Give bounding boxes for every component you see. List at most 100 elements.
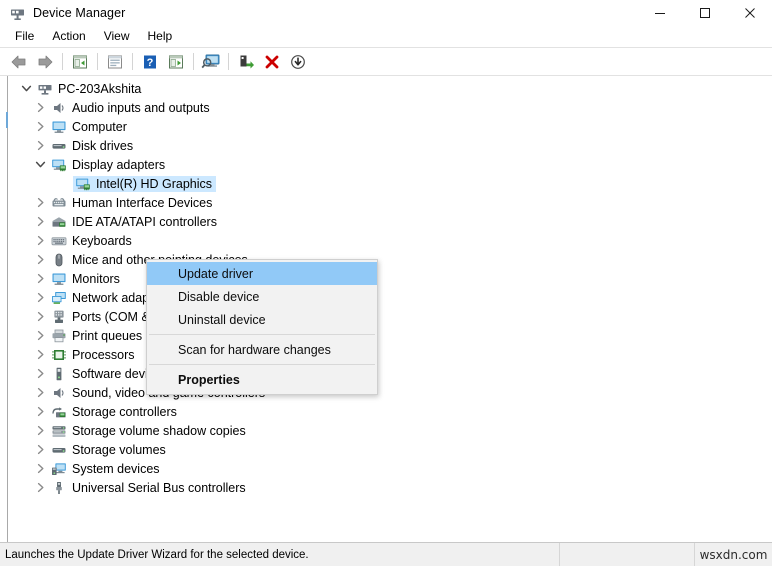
monitor-icon [49, 119, 69, 135]
tree-node-storage-volume-shadow-copies[interactable]: Storage volume shadow copies [8, 421, 772, 440]
tree-node-label: Monitors [72, 271, 120, 286]
properties-window-icon[interactable] [102, 50, 128, 74]
watermark: wsxdn.com [699, 547, 768, 562]
tree-node-label: Universal Serial Bus controllers [72, 480, 246, 495]
port-icon [49, 309, 69, 325]
tree-node-display-adapters[interactable]: Display adapters [8, 155, 772, 174]
toolbar-separator-1 [62, 53, 63, 70]
chevron-right-icon[interactable] [32, 368, 49, 379]
tree-node-keyboards[interactable]: Keyboards [8, 231, 772, 250]
tree-node-print-queues[interactable]: Print queues [8, 326, 772, 345]
tree-node-storage-volumes[interactable]: Storage volumes [8, 440, 772, 459]
disk-drive-icon [49, 442, 69, 458]
device-tree[interactable]: PC-203Akshita Audio inputs and outputs Com… [8, 76, 772, 542]
monitor-search-icon[interactable] [198, 50, 224, 74]
tree-node-audio-inputs-and-outputs[interactable]: Audio inputs and outputs [8, 98, 772, 117]
forward-button[interactable] [32, 50, 58, 74]
usb-icon [49, 480, 69, 496]
tree-node-mice-and-other-pointing-devices[interactable]: Mice and other pointing devices [8, 250, 772, 269]
menu-file[interactable]: File [6, 27, 43, 46]
chevron-right-icon[interactable] [32, 311, 49, 322]
context-menu-properties[interactable]: Properties [147, 368, 377, 391]
chevron-right-icon[interactable] [32, 254, 49, 265]
chevron-right-icon[interactable] [32, 482, 49, 493]
tree-node-label: PC-203Akshita [58, 81, 142, 96]
tree-node-universal-serial-bus-controllers[interactable]: Universal Serial Bus controllers [8, 478, 772, 497]
hid-icon [49, 195, 69, 211]
chevron-right-icon[interactable] [32, 463, 49, 474]
question-mark-icon[interactable]: ? [137, 50, 163, 74]
chevron-right-icon[interactable] [32, 216, 49, 227]
chevron-right-icon[interactable] [32, 406, 49, 417]
console-tree-icon[interactable] [67, 50, 93, 74]
toolbar: ? [0, 48, 772, 75]
chevron-right-icon[interactable] [32, 425, 49, 436]
tree-node-label: Storage volumes [72, 442, 166, 457]
tree-node-network-adapters[interactable]: Network adapters [8, 288, 772, 307]
tree-node-label: Print queues [72, 328, 143, 343]
chevron-right-icon[interactable] [32, 273, 49, 284]
tree-node-disk-drives[interactable]: Disk drives [8, 136, 772, 155]
storage-stack-icon [49, 423, 69, 439]
chevron-right-icon[interactable] [32, 102, 49, 113]
context-menu-scan-hardware-changes[interactable]: Scan for hardware changes [147, 338, 377, 361]
tree-node-human-interface-devices[interactable]: Human Interface Devices [8, 193, 772, 212]
chevron-right-icon[interactable] [32, 387, 49, 398]
storage-controller-icon [49, 404, 69, 420]
tree-node-system-devices[interactable]: System devices [8, 459, 772, 478]
speaker-icon [49, 100, 69, 116]
tree-node-label: Display adapters [72, 157, 166, 172]
down-arrow-circle-icon[interactable] [285, 50, 311, 74]
device-manager-window: Device Manager File Action View Help ? P… [0, 0, 772, 566]
speaker-icon [49, 385, 69, 401]
tree-node-monitors[interactable]: Monitors [8, 269, 772, 288]
red-x-icon[interactable] [259, 50, 285, 74]
context-menu-update-driver[interactable]: Update driver [147, 262, 377, 285]
menu-view[interactable]: View [95, 27, 139, 46]
menu-bar: File Action View Help [0, 26, 772, 47]
tree-node-label: Disk drives [72, 138, 134, 153]
disk-drive-icon [49, 138, 69, 154]
tree-node-storage-controllers[interactable]: Storage controllers [8, 402, 772, 421]
context-menu-disable-device[interactable]: Disable device [147, 285, 377, 308]
minimize-button[interactable] [637, 0, 682, 26]
context-menu-separator [149, 334, 375, 335]
maximize-button[interactable] [682, 0, 727, 26]
tree-node-label: Human Interface Devices [72, 195, 213, 210]
tree-node-computer[interactable]: Computer [8, 117, 772, 136]
tree-node-software-devices[interactable]: Software devices [8, 364, 772, 383]
tree-node-pc-203akshita[interactable]: PC-203Akshita [8, 79, 772, 98]
context-menu-separator [149, 364, 375, 365]
monitor-icon [49, 271, 69, 287]
tree-node-ports-com-and-lpt[interactable]: Ports (COM & LPT) [8, 307, 772, 326]
window-controls [637, 0, 772, 26]
chevron-right-icon[interactable] [32, 197, 49, 208]
keyboard-icon [49, 233, 69, 249]
processor-icon [49, 347, 69, 363]
toolbar-separator-5 [228, 53, 229, 70]
tree-node-label: Audio inputs and outputs [72, 100, 210, 115]
menu-help[interactable]: Help [139, 27, 182, 46]
chevron-down-icon[interactable] [32, 159, 49, 170]
tree-node-intel-hd-graphics[interactable]: Intel(R) HD Graphics [8, 174, 772, 193]
enable-device-green-icon[interactable] [233, 50, 259, 74]
chevron-right-icon[interactable] [32, 140, 49, 151]
menu-action[interactable]: Action [43, 27, 94, 46]
device-context-menu[interactable]: Update driver Disable device Uninstall dev… [146, 259, 378, 395]
chevron-right-icon[interactable] [32, 121, 49, 132]
status-message: Launches the Update Driver Wizard for th… [0, 543, 560, 566]
close-button[interactable] [727, 0, 772, 26]
tree-node-processors[interactable]: Processors [8, 345, 772, 364]
scan-list-icon[interactable] [163, 50, 189, 74]
chevron-down-icon[interactable] [18, 83, 35, 94]
tree-node-label: Processors [72, 347, 135, 362]
chevron-right-icon[interactable] [32, 330, 49, 341]
chevron-right-icon[interactable] [32, 292, 49, 303]
back-button[interactable] [6, 50, 32, 74]
chevron-right-icon[interactable] [32, 444, 49, 455]
chevron-right-icon[interactable] [32, 349, 49, 360]
chevron-right-icon[interactable] [32, 235, 49, 246]
tree-node-ide-ata-atapi-controllers[interactable]: IDE ATA/ATAPI controllers [8, 212, 772, 231]
context-menu-uninstall-device[interactable]: Uninstall device [147, 308, 377, 331]
tree-node-sound-video-and-game-controllers[interactable]: Sound, video and game controllers [8, 383, 772, 402]
